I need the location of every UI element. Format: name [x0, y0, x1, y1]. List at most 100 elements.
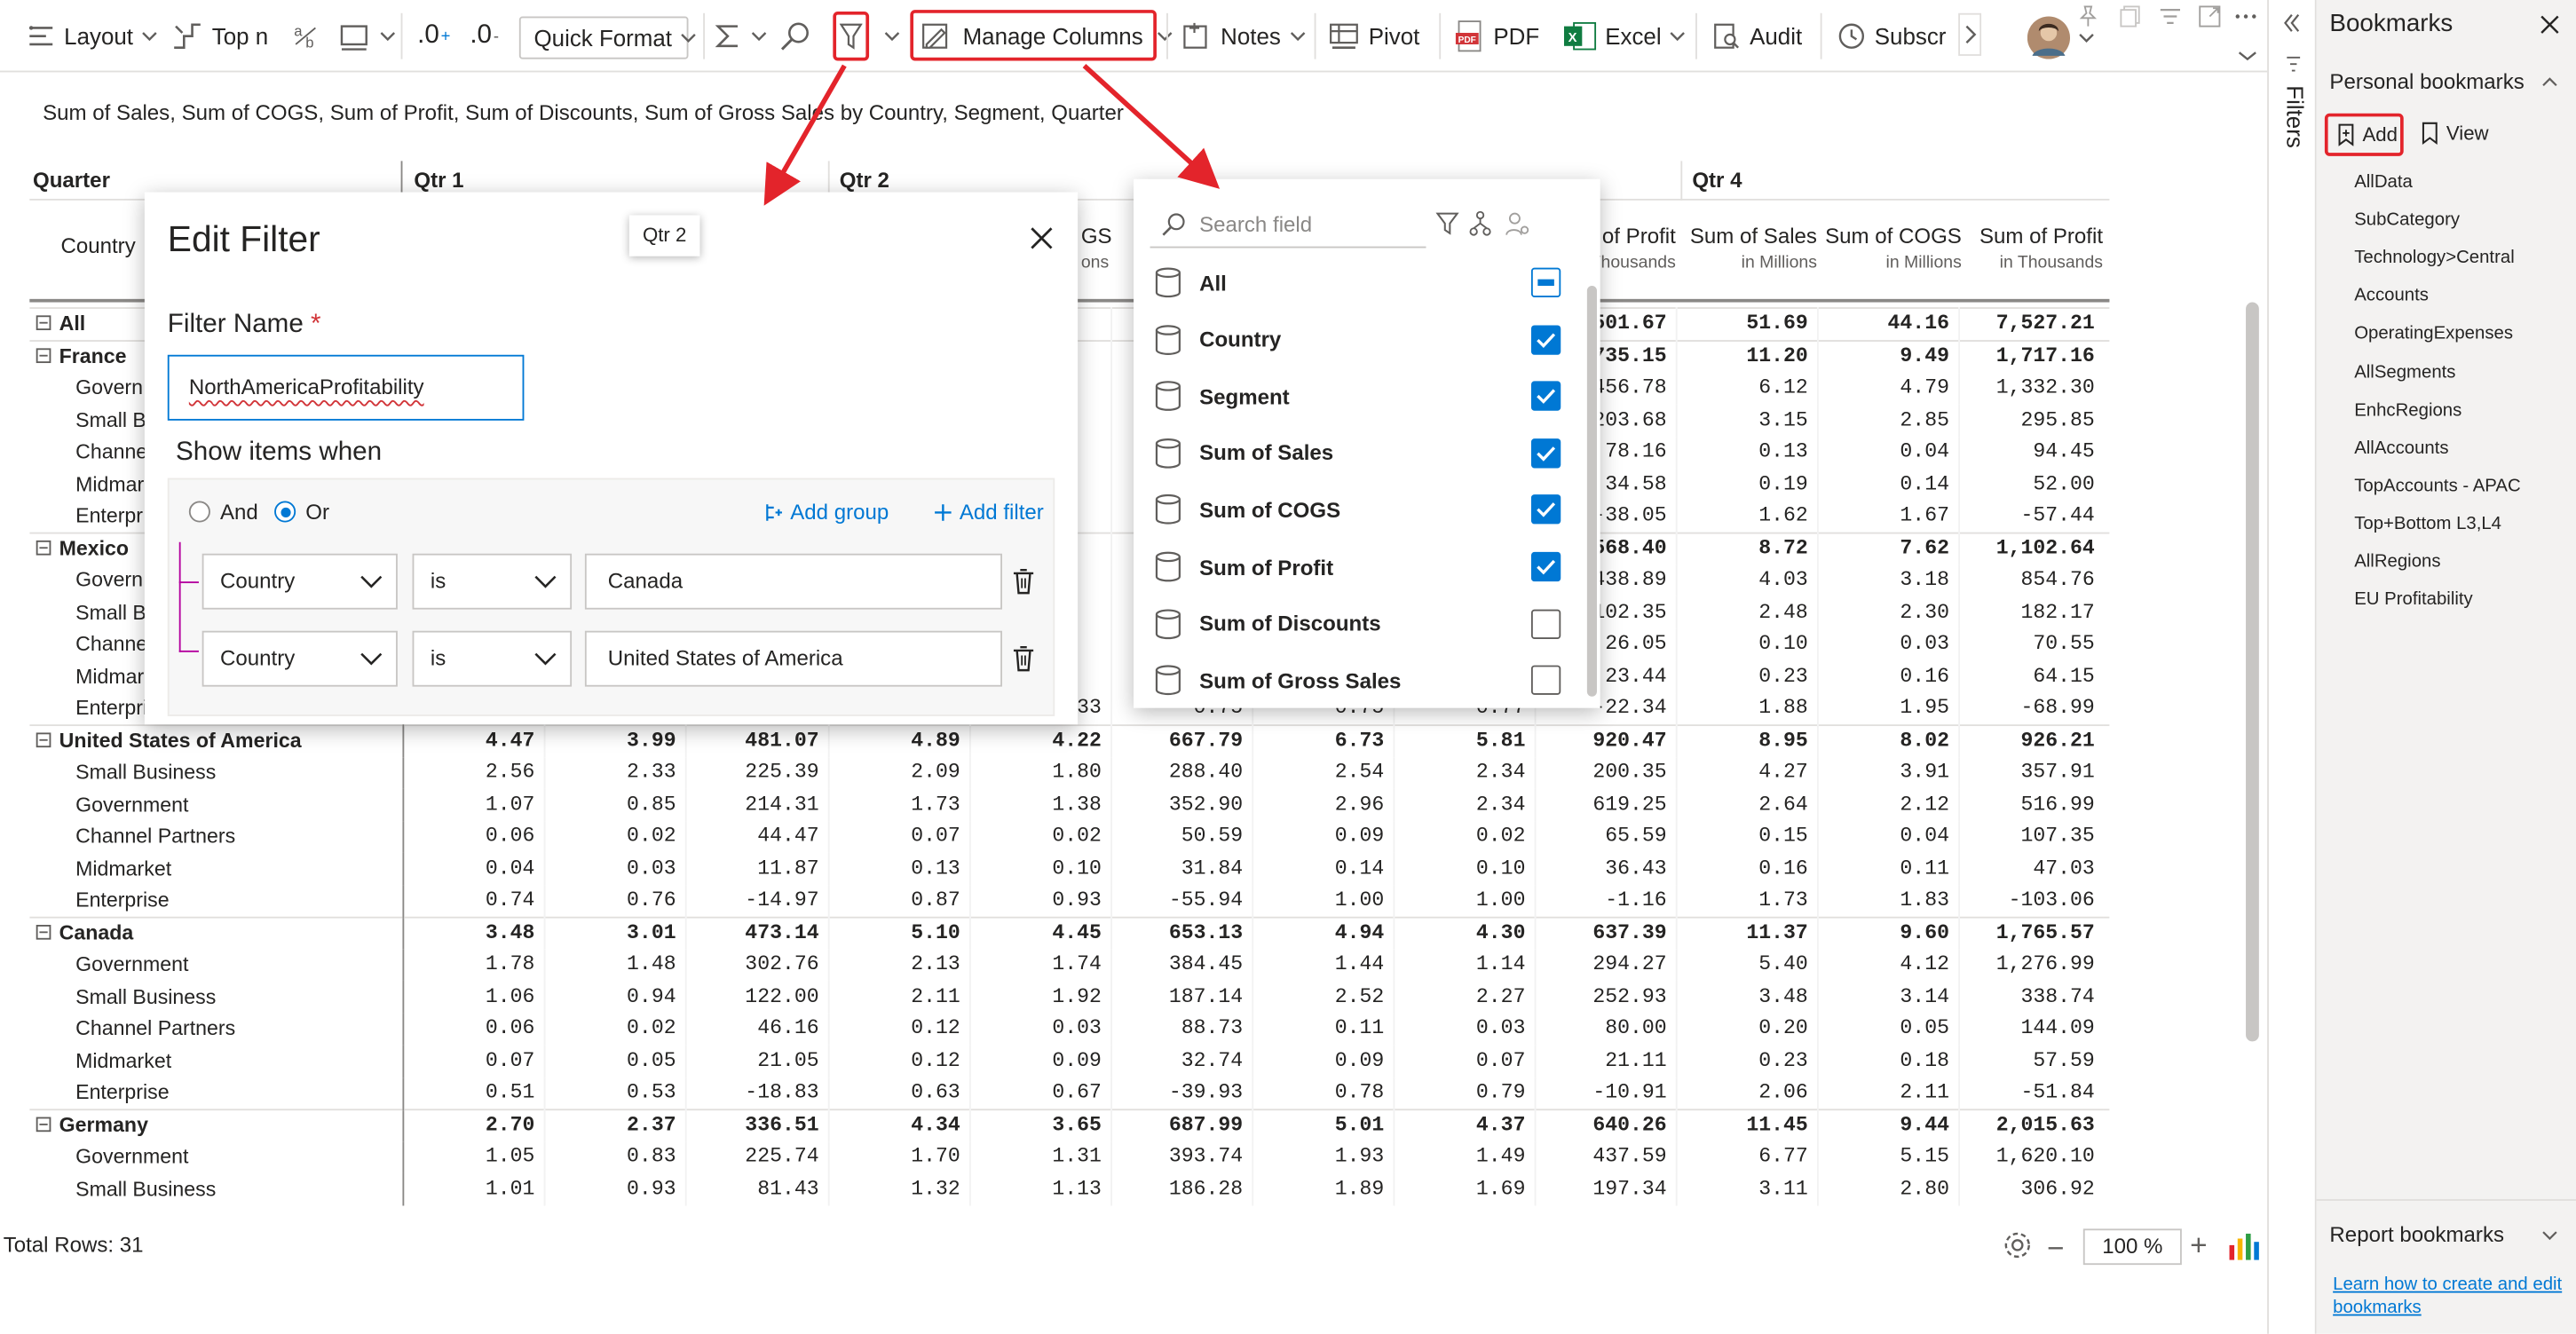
pin-button[interactable]: [2076, 4, 2099, 30]
bookmark-item[interactable]: AllData: [2354, 172, 2413, 192]
collapse-toggle-icon[interactable]: [36, 1117, 51, 1133]
topn-button[interactable]: Top n: [170, 13, 268, 59]
field-checkbox[interactable]: [1530, 494, 1561, 525]
field-checkbox[interactable]: [1530, 438, 1561, 469]
table-row[interactable]: Midmarket 0.04 0.03 11.87 0.13 0.10 31.84 0.14 0…: [29, 852, 2109, 885]
field-search-input[interactable]: Search field: [1150, 202, 1426, 249]
user-settings-button[interactable]: [1505, 210, 1531, 237]
select-button[interactable]: [338, 13, 396, 59]
field-item[interactable]: Sum of Profit: [1153, 542, 1567, 592]
field-item[interactable]: Sum of Discounts: [1153, 599, 1567, 649]
bookmark-item[interactable]: Accounts: [2354, 287, 2429, 306]
add-group-link[interactable]: Add group: [764, 500, 889, 524]
add-filter-link[interactable]: Add filter: [933, 500, 1044, 524]
field-checkbox[interactable]: [1530, 551, 1561, 582]
bookmark-item[interactable]: Technology>Central: [2354, 249, 2515, 268]
field-list-scrollbar[interactable]: [1586, 286, 1597, 697]
condition-1-operator-select[interactable]: is: [412, 553, 573, 610]
filter-name-input[interactable]: NorthAmericaProfitability: [167, 354, 525, 421]
table-row[interactable]: Government 1.78 1.48 302.76 2.13 1.74 384.45 1.…: [29, 948, 2109, 981]
chevron-down-icon[interactable]: [2541, 1228, 2558, 1242]
group-row[interactable]: United States of America 4.47 3.99 481.07 4.…: [29, 724, 2110, 757]
close-pane-button[interactable]: [2540, 15, 2559, 35]
search-button[interactable]: [778, 13, 811, 59]
field-item[interactable]: Sum of Sales: [1153, 429, 1567, 478]
report-bookmarks-header[interactable]: Report bookmarks: [2329, 1222, 2504, 1247]
decrease-decimal-button[interactable]: .0-: [470, 13, 499, 59]
condition-2-field-select[interactable]: Country: [201, 630, 398, 687]
condition-2-delete-button[interactable]: [1012, 645, 1035, 672]
bookmark-item[interactable]: AllRegions: [2354, 552, 2440, 572]
settings-button[interactable]: [2001, 1228, 2034, 1261]
layout-button[interactable]: Layout: [27, 13, 158, 59]
aggregate-button[interactable]: [713, 13, 767, 59]
condition-1-delete-button[interactable]: [1012, 568, 1035, 595]
pivot-button[interactable]: Pivot: [1327, 13, 1419, 59]
zoom-out-button[interactable]: −: [2047, 1232, 2064, 1267]
field-item[interactable]: Sum of COGS: [1153, 485, 1567, 535]
collapse-toggle-icon[interactable]: [36, 315, 51, 331]
condition-2-operator-select[interactable]: is: [412, 630, 573, 687]
and-radio[interactable]: [188, 501, 210, 523]
field-item[interactable]: Sum of Gross Sales: [1153, 656, 1567, 706]
field-item[interactable]: Country: [1153, 315, 1567, 365]
bookmark-item[interactable]: EU Profitability: [2354, 590, 2473, 610]
or-radio[interactable]: [274, 501, 296, 523]
collapse-toggle-icon[interactable]: [36, 732, 51, 748]
table-row[interactable]: Enterprise 0.74 0.76 -14.97 0.87 0.93 -55.94 1.…: [29, 884, 2109, 917]
toolbar-scroll-right-button[interactable]: [1958, 12, 1982, 56]
close-button[interactable]: [1029, 225, 1055, 252]
filter-dropdown-button[interactable]: [884, 13, 901, 59]
zoom-in-button[interactable]: +: [2190, 1228, 2207, 1263]
bookmark-item[interactable]: Top+Bottom L3,L4: [2354, 514, 2501, 533]
vertical-scrollbar[interactable]: [2246, 302, 2259, 1042]
field-checkbox[interactable]: [1530, 381, 1561, 412]
hierarchy-button[interactable]: [1469, 210, 1492, 237]
field-checkbox[interactable]: [1530, 324, 1561, 355]
field-checkbox[interactable]: [1530, 608, 1561, 639]
spellcheck-button[interactable]: ab: [292, 13, 321, 59]
more-options-button[interactable]: [2234, 4, 2257, 30]
table-row[interactable]: Enterprise 0.51 0.53 -18.83 0.63 0.67 -39.93 0.…: [29, 1077, 2109, 1109]
zoom-level[interactable]: 100 %: [2082, 1228, 2182, 1266]
excel-export-button[interactable]: X Excel: [1563, 13, 1686, 59]
chevron-up-icon[interactable]: [2541, 75, 2558, 89]
collapse-toggle-icon[interactable]: [36, 348, 51, 364]
table-row[interactable]: Small Business 1.01 0.93 81.43 1.32 1.13 186.2…: [29, 1172, 2109, 1205]
collapse-toolbar-button[interactable]: [2238, 43, 2257, 69]
table-row[interactable]: Channel Partners 0.06 0.02 46.16 0.12 0.03 88.…: [29, 1013, 2109, 1046]
subscribe-button[interactable]: Subscr: [1837, 13, 1946, 59]
bookmark-item[interactable]: AllSegments: [2354, 362, 2455, 382]
condition-2-value-input[interactable]: United States of America: [584, 630, 1002, 687]
filter-button[interactable]: [833, 11, 870, 61]
table-row[interactable]: Government 1.05 0.83 225.74 1.70 1.31 393.74 1.…: [29, 1141, 2109, 1173]
field-checkbox[interactable]: [1530, 665, 1561, 696]
group-row[interactable]: Canada 3.48 3.01 473.14 5.10 4.45 653.13 4.94 4.…: [29, 916, 2110, 949]
field-item[interactable]: All: [1153, 258, 1567, 308]
manage-columns-button[interactable]: Manage Columns: [910, 10, 1172, 61]
notes-button[interactable]: Notes: [1180, 13, 1306, 59]
table-row[interactable]: Government 1.07 0.85 214.31 1.73 1.38 352.90 2.…: [29, 788, 2109, 821]
collapse-toggle-icon[interactable]: [36, 925, 51, 940]
bookmark-item[interactable]: OperatingExpenses: [2354, 324, 2513, 343]
table-row[interactable]: Small Business 1.06 0.94 122.00 2.11 1.92 187.…: [29, 980, 2109, 1014]
add-bookmark-button[interactable]: Add: [2324, 113, 2404, 156]
field-item[interactable]: Segment: [1153, 372, 1567, 422]
increase-decimal-button[interactable]: .0 +: [417, 13, 450, 59]
bookmark-item[interactable]: TopAccounts - APAC: [2354, 476, 2520, 495]
condition-1-value-input[interactable]: Canada: [584, 553, 1002, 610]
filters-pane-collapsed[interactable]: Filters: [2267, 0, 2317, 1334]
bookmark-item[interactable]: SubCategory: [2354, 210, 2460, 230]
view-bookmark-button[interactable]: View: [2420, 122, 2489, 145]
audit-button[interactable]: Audit: [1712, 13, 1802, 59]
learn-bookmarks-link[interactable]: Learn how to create and edit bookmarks: [2333, 1273, 2571, 1319]
group-row[interactable]: Germany 2.70 2.37 336.51 4.34 3.65 687.99 5.01 4…: [29, 1109, 2110, 1141]
pdf-export-button[interactable]: PDF PDF: [1455, 13, 1539, 59]
quick-format-dropdown[interactable]: Quick Format: [518, 16, 696, 59]
collapse-left-icon[interactable]: [2284, 13, 2301, 33]
table-row[interactable]: Channel Partners 0.06 0.02 44.47 0.07 0.02 50.…: [29, 820, 2109, 853]
copy-visual-button[interactable]: [2120, 4, 2143, 30]
bookmark-item[interactable]: AllAccounts: [2354, 438, 2448, 458]
field-checkbox[interactable]: [1530, 267, 1561, 297]
bookmark-item[interactable]: EnhcRegions: [2354, 400, 2461, 420]
